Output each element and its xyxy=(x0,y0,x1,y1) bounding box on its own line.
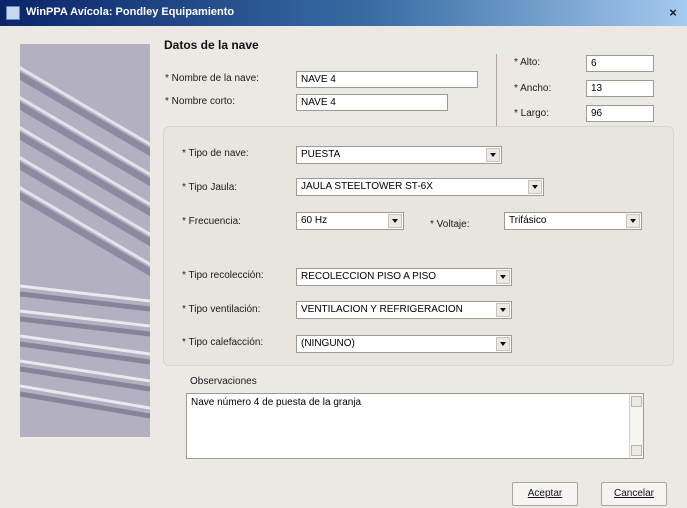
nombre-nave-input[interactable]: NAVE 4 xyxy=(296,71,478,88)
chevron-down-icon[interactable] xyxy=(626,214,640,228)
ancho-input[interactable]: 13 xyxy=(586,80,654,97)
largo-input[interactable]: 96 xyxy=(586,105,654,122)
chevron-down-icon[interactable] xyxy=(496,303,510,317)
scroll-up-icon[interactable] xyxy=(631,396,642,407)
ancho-label: * Ancho: xyxy=(514,83,552,94)
banner-graphic xyxy=(20,44,150,437)
vertical-scrollbar[interactable] xyxy=(629,394,643,458)
close-icon[interactable]: × xyxy=(665,5,681,21)
nombre-nave-label: * Nombre de la nave: xyxy=(165,73,259,84)
tipo-recoleccion-select[interactable]: RECOLECCION PISO A PISO xyxy=(296,268,512,286)
largo-label: * Largo: xyxy=(514,108,550,119)
tipo-calefaccion-value: (NINGUNO) xyxy=(301,338,355,349)
section-title: Datos de la nave xyxy=(164,38,259,52)
voltaje-select[interactable]: Trifásico xyxy=(504,212,642,230)
chevron-down-icon[interactable] xyxy=(528,180,542,194)
frecuencia-select[interactable]: 60 Hz xyxy=(296,212,404,230)
tipo-calefaccion-select[interactable]: (NINGUNO) xyxy=(296,335,512,353)
chevron-down-icon[interactable] xyxy=(486,148,500,162)
tipo-recoleccion-value: RECOLECCION PISO A PISO xyxy=(301,271,437,282)
tipo-jaula-label: * Tipo Jaula: xyxy=(182,182,238,193)
tipo-jaula-value: JAULA STEELTOWER ST-6X xyxy=(301,181,433,192)
dialog-window: WinPPA Avícola: Pondley Equipamiento × D… xyxy=(0,0,687,508)
aceptar-button[interactable]: Aceptar xyxy=(512,482,578,506)
tipo-calefaccion-label: * Tipo calefacción: xyxy=(182,337,264,348)
observaciones-text: Nave número 4 de puesta de la granja xyxy=(191,397,362,408)
window-title: WinPPA Avícola: Pondley Equipamiento xyxy=(26,6,235,18)
tipo-ventilacion-label: * Tipo ventilación: xyxy=(182,304,261,315)
tipo-nave-label: * Tipo de nave: xyxy=(182,148,249,159)
tipo-ventilacion-value: VENTILACION Y REFRIGERACION xyxy=(301,304,463,315)
nombre-corto-label: * Nombre corto: xyxy=(165,96,236,107)
chevron-down-icon[interactable] xyxy=(496,337,510,351)
tipo-recoleccion-label: * Tipo recolección: xyxy=(182,270,264,281)
frecuencia-label: * Frecuencia: xyxy=(182,216,241,227)
tipo-nave-value: PUESTA xyxy=(301,149,341,160)
nombre-corto-input[interactable]: NAVE 4 xyxy=(296,94,448,111)
voltaje-value: Trifásico xyxy=(509,215,547,226)
alto-input[interactable]: 6 xyxy=(586,55,654,72)
alto-label: * Alto: xyxy=(514,57,541,68)
title-bar[interactable]: WinPPA Avícola: Pondley Equipamiento × xyxy=(0,0,687,26)
chevron-down-icon[interactable] xyxy=(388,214,402,228)
observaciones-textarea[interactable]: Nave número 4 de puesta de la granja xyxy=(186,393,644,459)
app-icon xyxy=(6,6,20,20)
observaciones-label: Observaciones xyxy=(190,376,257,387)
chevron-down-icon[interactable] xyxy=(496,270,510,284)
tipo-jaula-select[interactable]: JAULA STEELTOWER ST-6X xyxy=(296,178,544,196)
frecuencia-value: 60 Hz xyxy=(301,215,328,226)
voltaje-label: * Voltaje: xyxy=(430,219,470,230)
tipo-ventilacion-select[interactable]: VENTILACION Y REFRIGERACION xyxy=(296,301,512,319)
scroll-down-icon[interactable] xyxy=(631,445,642,456)
tipo-nave-select[interactable]: PUESTA xyxy=(296,146,502,164)
cancelar-button[interactable]: Cancelar xyxy=(601,482,667,506)
side-banner-image xyxy=(20,44,150,437)
